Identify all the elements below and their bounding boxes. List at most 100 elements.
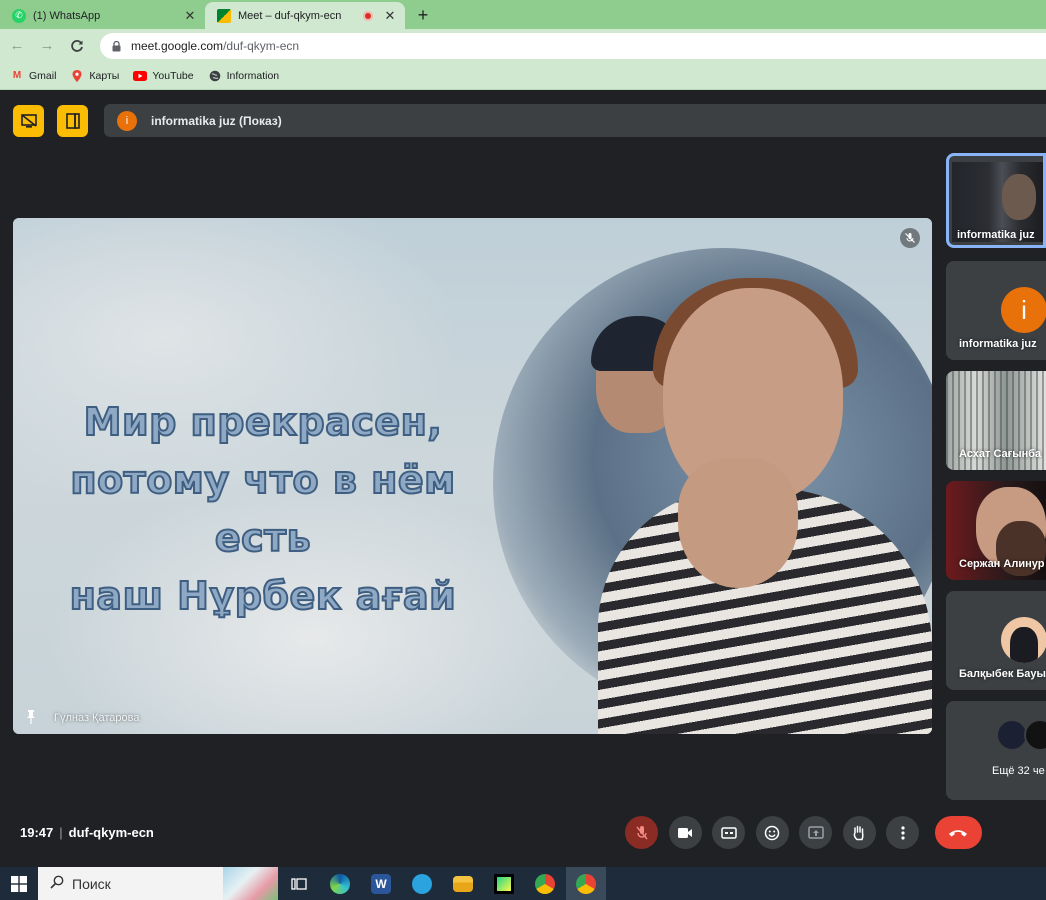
participant-tile[interactable]: i informatika juz	[946, 261, 1046, 360]
taskbar-chrome[interactable]	[525, 867, 565, 900]
leave-call-button[interactable]	[934, 816, 982, 849]
presenter-avatar: i	[117, 110, 137, 131]
close-tab-icon[interactable]: ✕	[183, 8, 197, 24]
more-participants-avatars	[996, 719, 1046, 751]
raise-hand-button[interactable]	[842, 816, 876, 849]
participant-tile[interactable]: Балқыбек Бауы	[946, 591, 1046, 690]
task-view-button[interactable]	[279, 867, 319, 900]
word-icon: W	[371, 873, 391, 894]
emoji-icon	[764, 825, 780, 840]
edge-icon	[330, 873, 350, 894]
more-participants-label: Ещё 32 че	[992, 765, 1045, 777]
search-placeholder: Поиск	[72, 875, 111, 892]
participant-tile-screen[interactable]: informatika juz	[946, 153, 1046, 248]
clock: 19:47	[20, 825, 54, 840]
bookmark-gmail[interactable]: M Gmail	[10, 69, 57, 82]
bookmark-label: YouTube	[152, 69, 194, 82]
hang-up-icon	[949, 829, 967, 836]
url-host: meet.google.com	[131, 38, 224, 53]
video-caption: Мир прекрасен, потому что в нём есть наш…	[18, 393, 508, 625]
taskbar-explorer[interactable]	[443, 867, 483, 900]
call-controls	[625, 816, 992, 849]
captions-icon	[720, 826, 737, 839]
taskbar-search-box[interactable]: Поиск	[38, 867, 278, 900]
participant-name: Балқыбек Бауы	[959, 668, 1046, 680]
browser-toolbar: ← → meet.google.com/duf-qkym-ecn	[0, 29, 1046, 62]
recording-indicator-icon	[363, 10, 373, 21]
new-tab-button[interactable]: +	[411, 2, 435, 29]
meeting-details[interactable]: 19:47 | duf-qkym-ecn	[20, 825, 154, 840]
participant-strip: informatika juz i informatika juz Асхат …	[946, 153, 1046, 811]
taskbar-pycharm[interactable]	[484, 867, 524, 900]
tab-whatsapp[interactable]: ✆ (1) WhatsApp ✕	[0, 2, 205, 29]
address-bar[interactable]: meet.google.com/duf-qkym-ecn	[100, 32, 1046, 59]
chrome-icon	[535, 873, 555, 894]
whatsapp-icon: ✆	[12, 8, 26, 23]
layout-button[interactable]	[57, 105, 88, 137]
meet-icon	[217, 8, 231, 23]
pin-icon[interactable]	[25, 710, 37, 724]
more-options-button[interactable]	[886, 816, 919, 849]
reload-button[interactable]	[64, 33, 90, 59]
participant-tile[interactable]: Сержан Алинур	[946, 481, 1046, 580]
mic-off-icon	[900, 228, 920, 248]
bookmarks-bar: M Gmail Карты YouTube Information	[0, 62, 1046, 90]
more-participants-tile[interactable]: Ещё 32 че	[946, 701, 1046, 800]
separator: |	[59, 825, 63, 840]
search-highlight-illustration	[223, 867, 278, 900]
hand-icon	[853, 825, 864, 840]
chrome-icon	[576, 873, 596, 894]
back-button[interactable]: ←	[4, 33, 30, 59]
caption-line: Мир прекрасен,	[83, 399, 443, 445]
lock-icon	[112, 40, 121, 52]
participant-avatar	[1001, 617, 1046, 663]
windows-logo-icon	[11, 875, 27, 892]
taskbar-chrome-active[interactable]	[566, 867, 606, 900]
microphone-button[interactable]	[625, 816, 658, 849]
bookmark-information[interactable]: Information	[208, 70, 279, 82]
meet-control-bar: 19:47 | duf-qkym-ecn	[0, 811, 1046, 856]
taskbar-word[interactable]: W	[361, 867, 401, 900]
taskbar-edge[interactable]	[320, 867, 360, 900]
present-button[interactable]	[799, 816, 832, 849]
reload-icon	[71, 39, 83, 52]
more-vert-icon	[900, 825, 905, 840]
bookmark-label: Карты	[89, 69, 120, 82]
tab-title: Meet – duf-qkym-ecn	[238, 9, 342, 22]
presenter-name: informatika juz (Показ)	[151, 113, 282, 128]
camera-button[interactable]	[668, 816, 702, 849]
main-video-tile[interactable]: Мир прекрасен, потому что в нём есть наш…	[13, 218, 932, 734]
stop-presenting-button[interactable]	[13, 105, 44, 137]
main-video-owner-name: Гүлназ Қатарова	[54, 712, 140, 724]
windows-taskbar: Поиск W	[0, 867, 1046, 900]
participant-name: Сержан Алинур	[959, 558, 1045, 570]
bookmark-maps[interactable]: Карты	[70, 69, 120, 82]
tab-title: (1) WhatsApp	[33, 9, 101, 22]
video-person-hand	[678, 458, 798, 588]
participant-name: informatika juz	[957, 229, 1035, 241]
participant-avatar: i	[1001, 287, 1046, 333]
captions-button[interactable]	[712, 816, 745, 849]
tab-strip: ✆ (1) WhatsApp ✕ Meet – duf-qkym-ecn ✕ +	[0, 0, 1046, 29]
presenter-banner: i informatika juz (Показ)	[104, 104, 1046, 137]
youtube-icon	[133, 70, 148, 82]
task-view-icon	[291, 877, 307, 890]
start-button[interactable]	[0, 867, 38, 900]
bookmark-youtube[interactable]: YouTube	[133, 69, 194, 82]
taskbar-telegram[interactable]	[402, 867, 442, 900]
forward-button[interactable]: →	[34, 33, 60, 59]
telegram-icon	[412, 873, 432, 894]
mic-off-icon	[635, 825, 648, 839]
reactions-button[interactable]	[755, 816, 789, 849]
layout-icon	[65, 113, 80, 129]
camera-icon	[678, 827, 692, 838]
present-off-icon	[20, 114, 37, 128]
globe-icon	[208, 70, 222, 82]
participant-tile[interactable]: Асхат Сағынба	[946, 371, 1046, 470]
close-tab-icon[interactable]: ✕	[383, 8, 397, 24]
bookmark-label: Gmail	[29, 69, 57, 82]
meet-app: i informatika juz (Показ) Мир прекрасен,…	[0, 91, 1046, 867]
tab-meet[interactable]: Meet – duf-qkym-ecn ✕	[205, 2, 405, 29]
search-icon	[50, 875, 64, 892]
gmail-icon: M	[12, 70, 22, 81]
